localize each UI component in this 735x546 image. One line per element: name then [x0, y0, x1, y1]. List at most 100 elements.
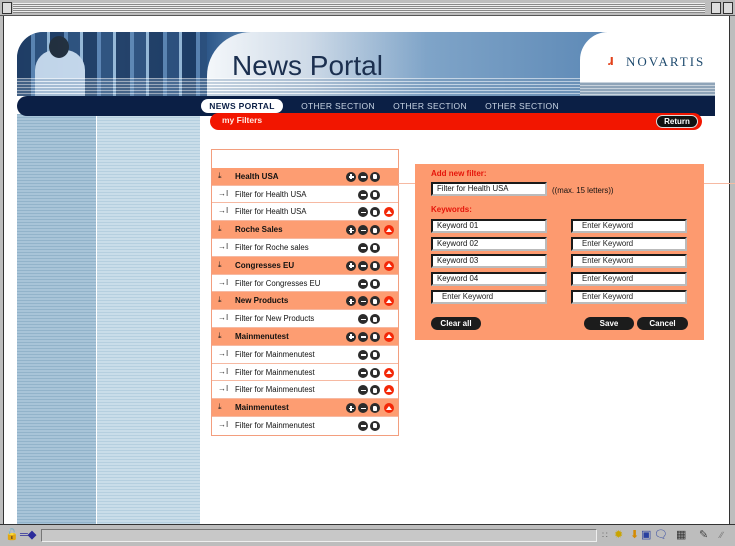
filter-label[interactable]: Filter for Health USA [235, 207, 307, 216]
keyword-input-right-3[interactable]: Enter Keyword [571, 254, 687, 269]
remove-icon[interactable] [358, 403, 368, 414]
filter-label[interactable]: Filter for Mainmenutest [235, 385, 315, 394]
category-group-row[interactable]: ⤓ Congresses EU [212, 256, 398, 275]
filter-row[interactable]: →I Filter for Health USA [212, 186, 398, 204]
keyword-input-right-5[interactable]: Enter Keyword [571, 289, 687, 304]
navigator-icon[interactable]: ✹ [614, 528, 623, 542]
edit-document-icon[interactable] [370, 385, 380, 396]
remove-icon[interactable] [358, 171, 368, 182]
remove-icon[interactable] [358, 420, 368, 431]
keyword-input-right-2[interactable]: Enter Keyword [571, 236, 687, 251]
filter-label[interactable]: Filter for Health USA [235, 190, 307, 199]
filter-row[interactable]: →I Filter for Mainmenutest [212, 381, 398, 400]
filter-label[interactable]: Filter for New Products [235, 314, 314, 323]
keyword-input-left-3[interactable]: Keyword 03 [431, 254, 547, 269]
mail-icon[interactable]: ▣ [641, 528, 651, 542]
add-icon[interactable] [346, 171, 356, 182]
move-up-icon[interactable] [384, 367, 394, 378]
move-up-icon[interactable] [384, 403, 394, 414]
edit-document-icon[interactable] [370, 189, 380, 200]
edit-document-icon[interactable] [370, 314, 380, 325]
filter-label[interactable]: Filter for Mainmenutest [235, 368, 315, 377]
filter-label[interactable]: Filter for Roche sales [235, 243, 309, 252]
move-up-icon[interactable] [384, 207, 394, 218]
add-icon[interactable] [346, 331, 356, 342]
category-label[interactable]: Health USA [235, 172, 279, 181]
edit-document-icon[interactable] [370, 278, 380, 289]
edit-document-icon[interactable] [370, 207, 380, 218]
remove-icon[interactable] [358, 278, 368, 289]
add-icon[interactable] [346, 260, 356, 271]
category-label[interactable]: New Products [235, 296, 288, 305]
nav-tab-other-section-1[interactable]: OTHER SECTION [297, 99, 379, 113]
window-collapse-button[interactable] [723, 2, 733, 14]
category-label[interactable]: Mainmenutest [235, 332, 289, 341]
remove-icon[interactable] [358, 349, 368, 360]
category-label[interactable]: Mainmenutest [235, 403, 289, 412]
filter-label[interactable]: Filter for Mainmenutest [235, 350, 315, 359]
logo-area[interactable]: ɹ NOVARTIS [580, 32, 715, 96]
titlebar-drag-area[interactable] [13, 3, 705, 13]
remove-icon[interactable] [358, 207, 368, 218]
edit-document-icon[interactable] [370, 403, 380, 414]
cancel-button[interactable]: Cancel [637, 317, 688, 330]
edit-document-icon[interactable] [370, 331, 380, 342]
edit-document-icon[interactable] [370, 349, 380, 360]
filter-row[interactable]: →I Filter for Congresses EU [212, 275, 398, 293]
connection-plug-icon[interactable]: ═◆ [20, 528, 36, 542]
download-icon[interactable]: ⬇ [630, 528, 639, 542]
remove-icon[interactable] [358, 260, 368, 271]
composer-icon[interactable]: ✎ [699, 528, 708, 542]
filter-row[interactable]: →I Filter for Mainmenutest [212, 364, 398, 382]
chat-icon[interactable]: 🗨 [654, 528, 668, 542]
filter-label[interactable]: Filter for Congresses EU [235, 279, 320, 288]
window-close-button[interactable] [2, 2, 12, 14]
edit-document-icon[interactable] [370, 420, 380, 431]
move-up-icon[interactable] [384, 331, 394, 342]
keyword-input-right-4[interactable]: Enter Keyword [571, 272, 687, 287]
remove-icon[interactable] [358, 314, 368, 325]
filter-label[interactable]: Filter for Mainmenutest [235, 421, 315, 430]
remove-icon[interactable] [358, 242, 368, 253]
nav-tab-news-portal[interactable]: NEWS PORTAL [201, 99, 283, 113]
category-group-row[interactable]: ⤓ Roche Sales [212, 221, 398, 239]
clear-all-button[interactable]: Clear all [431, 317, 481, 330]
filter-name-input[interactable]: Filter for Health USA [431, 182, 547, 196]
edit-document-icon[interactable] [370, 242, 380, 253]
category-group-row[interactable]: ⤓ Health USA [212, 167, 398, 186]
edit-document-icon[interactable] [370, 260, 380, 271]
remove-icon[interactable] [358, 225, 368, 236]
remove-icon[interactable] [358, 385, 368, 396]
nav-tab-other-section-3[interactable]: OTHER SECTION [481, 99, 563, 113]
remove-icon[interactable] [358, 296, 368, 307]
edit-document-icon[interactable] [370, 225, 380, 236]
move-up-icon[interactable] [384, 260, 394, 271]
resize-grip-icon[interactable]: ∕∕ [720, 528, 723, 542]
edit-document-icon[interactable] [370, 296, 380, 307]
keyword-input-left-5[interactable]: Enter Keyword [431, 289, 547, 304]
move-up-icon[interactable] [384, 225, 394, 236]
filter-row[interactable]: →I Filter for Roche sales [212, 239, 398, 257]
remove-icon[interactable] [358, 331, 368, 342]
filter-row[interactable]: →I Filter for Mainmenutest [212, 417, 398, 435]
window-titlebar[interactable] [0, 0, 735, 16]
remove-icon[interactable] [358, 189, 368, 200]
category-label[interactable]: Congresses EU [235, 261, 294, 270]
filter-row[interactable]: →I Filter for Health USA [212, 203, 398, 222]
edit-document-icon[interactable] [370, 171, 380, 182]
add-icon[interactable] [346, 225, 356, 236]
add-icon[interactable] [346, 296, 356, 307]
edit-document-icon[interactable] [370, 367, 380, 378]
address-book-icon[interactable]: ▦ [676, 528, 686, 542]
keyword-input-left-4[interactable]: Keyword 04 [431, 272, 547, 287]
keyword-input-left-2[interactable]: Keyword 02 [431, 236, 547, 251]
remove-icon[interactable] [358, 367, 368, 378]
keyword-input-left-1[interactable]: Keyword 01 [431, 219, 547, 233]
category-group-row[interactable]: ⤓ Mainmenutest [212, 399, 398, 417]
category-group-row[interactable]: ⤓ Mainmenutest [212, 327, 398, 346]
move-up-icon[interactable] [384, 385, 394, 396]
filter-row[interactable]: →I Filter for New Products [212, 310, 398, 328]
category-group-row[interactable]: ⤓ New Products [212, 292, 398, 311]
move-up-icon[interactable] [384, 296, 394, 307]
keyword-input-right-1[interactable]: Enter Keyword [571, 219, 687, 233]
